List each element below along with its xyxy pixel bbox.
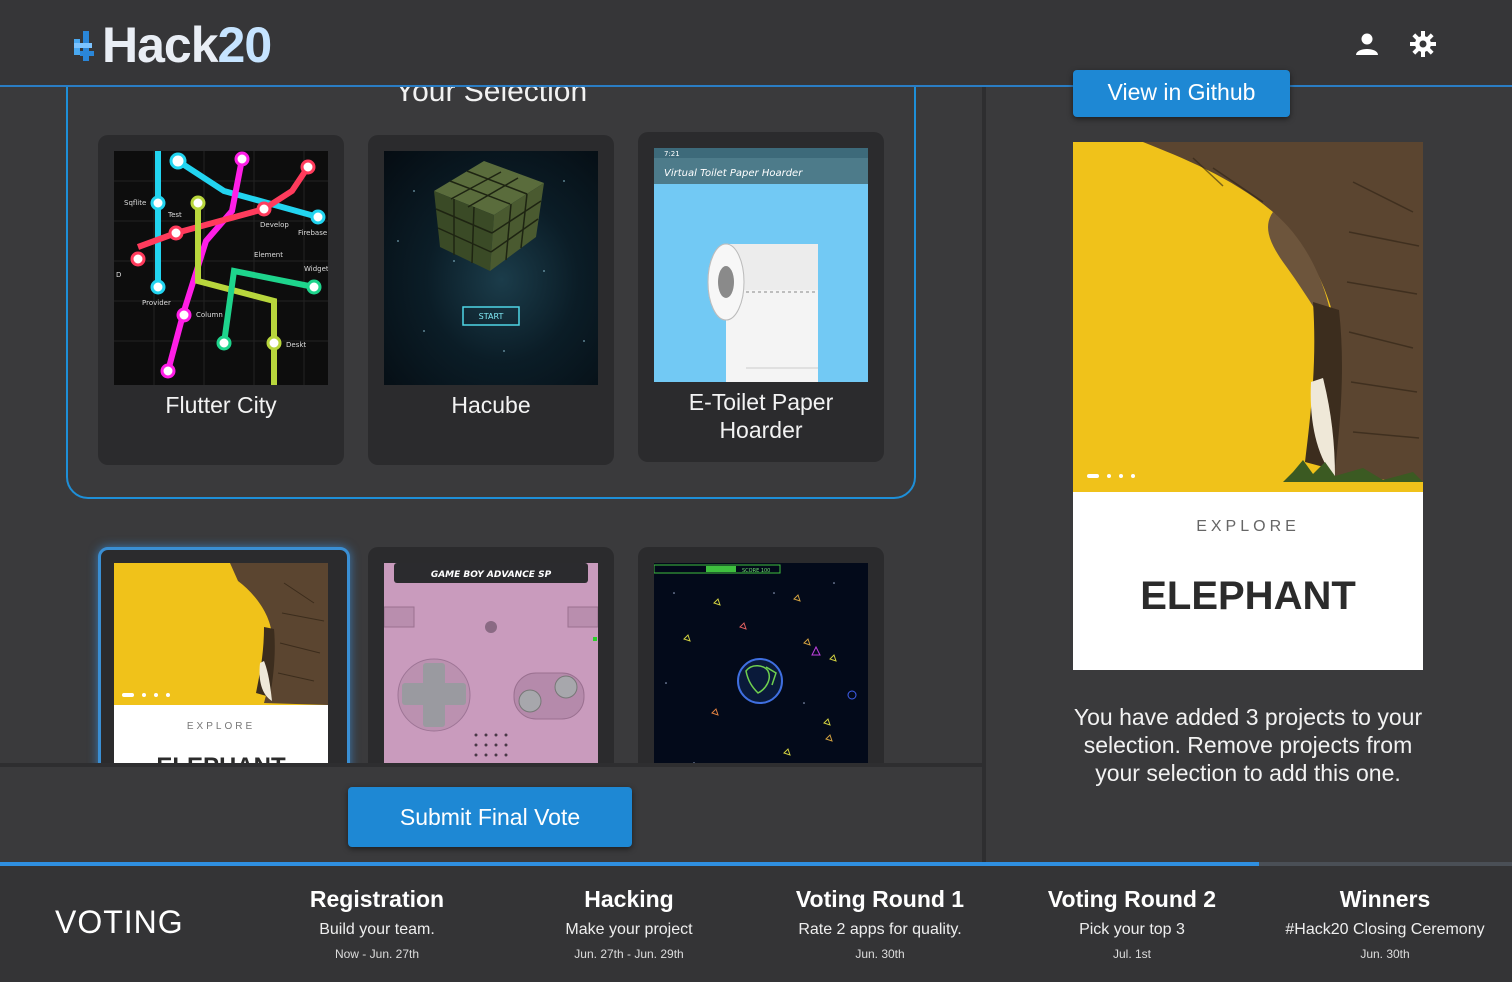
preview-title: ELEPHANT bbox=[1140, 574, 1356, 618]
elephant-thumb-title: ELEPHANT bbox=[114, 753, 328, 763]
card-label: Hacube bbox=[451, 392, 531, 418]
gallery-card-elephant[interactable]: EXPLORE ELEPHANT bbox=[98, 547, 350, 763]
svg-text:Element: Element bbox=[254, 251, 283, 259]
panel-divider bbox=[982, 87, 986, 863]
selection-card-hacube[interactable]: START Hacube bbox=[368, 135, 614, 465]
gallery-card-gameboy[interactable]: GAME BOY ADVANCE SP bbox=[368, 547, 614, 763]
space-game-thumbnail: SCORE 100 bbox=[654, 563, 868, 763]
svg-text:D: D bbox=[116, 271, 121, 279]
svg-text:Test: Test bbox=[167, 211, 182, 219]
carousel-dots bbox=[122, 693, 170, 697]
flutter-city-thumbnail: Sqflite Test Develop Firebase Element Widge… bbox=[114, 151, 328, 385]
gear-icon[interactable] bbox=[1409, 30, 1437, 58]
elephant-explore-text: EXPLORE bbox=[186, 721, 256, 732]
preview-hero-image bbox=[1073, 142, 1423, 492]
timeline-step-hacking: Hacking Make your project Jun. 27th - Ju… bbox=[565, 886, 693, 961]
gameboy-brand-text: GAME BOY ADVANCE SP bbox=[431, 570, 552, 580]
timeline-step-winners: Winners #Hack20 Closing Ceremony Jun. 30… bbox=[1285, 886, 1485, 961]
card-label: E-Toilet Paper Hoarder bbox=[688, 389, 834, 443]
svg-text:Sqflite: Sqflite bbox=[124, 199, 146, 207]
elephant-thumbnail: EXPLORE ELEPHANT bbox=[114, 563, 328, 763]
selection-title: Your Selection bbox=[394, 87, 588, 108]
project-preview[interactable]: EXPLORE ELEPHANT bbox=[1073, 142, 1423, 670]
logo-number: 20 bbox=[217, 17, 273, 73]
logo-text: Hack bbox=[102, 17, 219, 73]
selection-card-flutter-city[interactable]: Sqflite Test Develop Firebase Element Widge… bbox=[98, 135, 344, 465]
hackathon-timeline: VOTING Registration Build your team. Now… bbox=[0, 866, 1512, 982]
hack20-logo[interactable]: Hack 20 bbox=[72, 16, 273, 74]
vote-action-bar: Submit Final Vote bbox=[0, 763, 982, 867]
timeline-step-registration: Registration Build your team. Now - Jun.… bbox=[309, 886, 445, 961]
project-list-panel: Your Selection Sqflite Test Develop Fire… bbox=[0, 87, 982, 763]
view-in-github-button[interactable]: View in Github bbox=[1073, 70, 1290, 117]
hacube-start-text: START bbox=[479, 312, 504, 321]
svg-text:Develop: Develop bbox=[260, 221, 289, 229]
gallery-card-space-game[interactable]: SCORE 100 bbox=[638, 547, 884, 763]
account-icon[interactable] bbox=[1353, 30, 1381, 58]
timeline-step-voting-round-2: Voting Round 2 Pick your top 3 Jul. 1st bbox=[1047, 886, 1217, 961]
card-label: Flutter City bbox=[165, 392, 277, 418]
submit-final-vote-button[interactable]: Submit Final Vote bbox=[348, 787, 632, 847]
gameboy-thumbnail: GAME BOY ADVANCE SP bbox=[384, 563, 598, 763]
toilet-app-title: Virtual Toilet Paper Hoarder bbox=[664, 168, 803, 179]
selection-card-e-toilet-paper-hoarder[interactable]: 7:21 Virtual Toilet Paper Hoarder E-Toil… bbox=[638, 132, 884, 462]
space-hud-text: SCORE 100 bbox=[742, 568, 770, 574]
preview-carousel-dots[interactable] bbox=[1087, 474, 1135, 478]
svg-text:Widget: Widget bbox=[304, 265, 328, 273]
timeline-step-voting-round-1: Voting Round 1 Rate 2 apps for quality. … bbox=[795, 886, 965, 961]
selection-full-notice: You have added 3 projects to your select… bbox=[1073, 704, 1423, 786]
preview-explore-text: EXPLORE bbox=[1196, 518, 1300, 535]
logo-mark-icon bbox=[74, 31, 94, 61]
toilet-paper-thumbnail: 7:21 Virtual Toilet Paper Hoarder bbox=[654, 148, 868, 382]
svg-text:7:21: 7:21 bbox=[664, 150, 680, 158]
svg-text:Provider: Provider bbox=[142, 299, 171, 307]
svg-text:Firebase: Firebase bbox=[298, 229, 327, 237]
current-phase-label: VOTING bbox=[55, 904, 184, 940]
svg-text:Deskt: Deskt bbox=[286, 341, 306, 349]
svg-text:Column: Column bbox=[196, 311, 223, 319]
hacube-thumbnail: START bbox=[384, 151, 598, 385]
